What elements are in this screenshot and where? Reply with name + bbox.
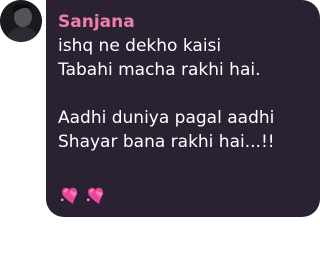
- revolving-hearts-icon: [60, 187, 78, 204]
- revolving-hearts-icon: [86, 187, 104, 204]
- sender-name[interactable]: Sanjana: [58, 12, 310, 32]
- message-line: Aadhi duniya pagal aadhi: [58, 108, 275, 128]
- line-spacer: [58, 82, 310, 106]
- chat-message: Sanjana ishq ne dekho kaisi Tabahi macha…: [0, 0, 320, 266]
- message-bubble[interactable]: Sanjana ishq ne dekho kaisi Tabahi macha…: [46, 0, 320, 217]
- message-line: Shayar bana rakhi hai...!!: [58, 132, 275, 152]
- avatar[interactable]: [0, 0, 42, 42]
- message-line: ishq ne dekho kaisi: [58, 36, 222, 56]
- message-line: Tabahi macha rakhi hai.: [58, 60, 261, 80]
- avatar-image: [0, 0, 42, 42]
- emoji-row: [58, 183, 108, 207]
